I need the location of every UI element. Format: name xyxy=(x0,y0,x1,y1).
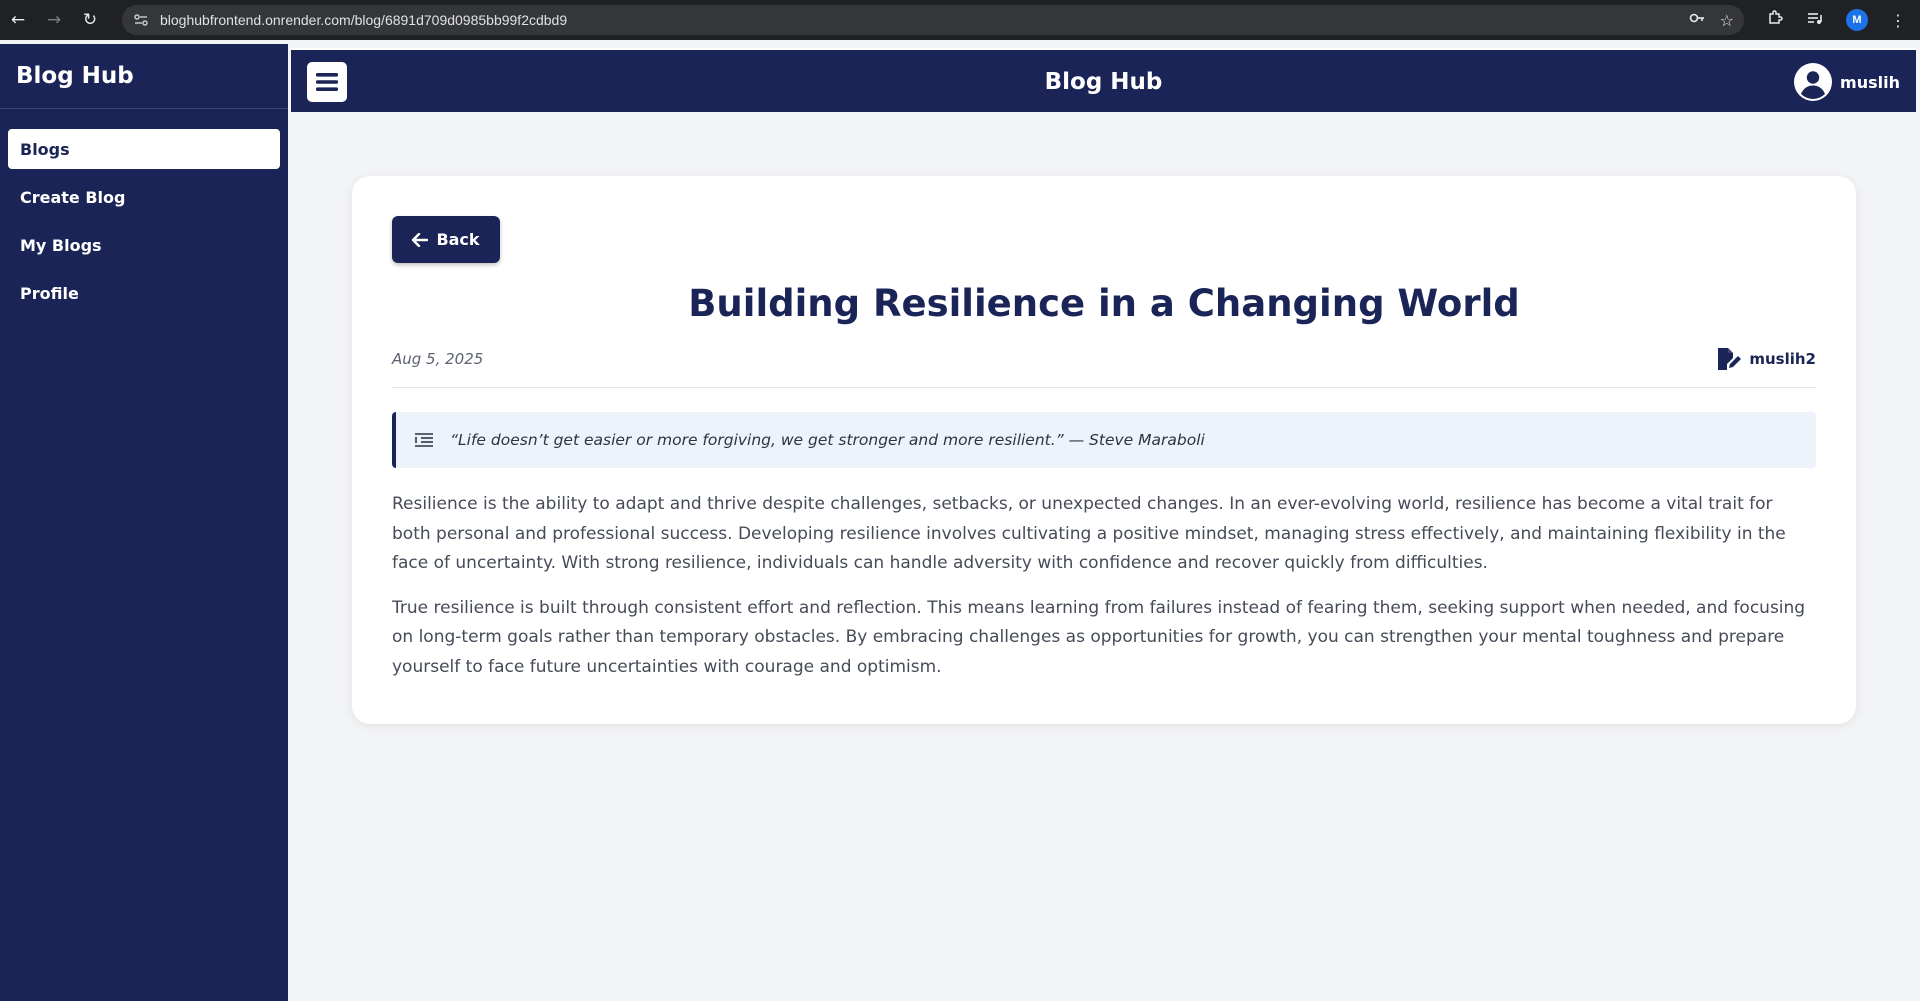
url-text[interactable]: bloghubfrontend.onrender.com/blog/6891d7… xyxy=(160,12,567,28)
quote-list-icon xyxy=(415,433,433,447)
sidebar-item-my-blogs[interactable]: My Blogs xyxy=(8,225,280,265)
sidebar-item-profile[interactable]: Profile xyxy=(8,273,280,313)
header-title: Blog Hub xyxy=(1044,69,1163,95)
author-name: muslih2 xyxy=(1749,350,1816,368)
app-header: Blog Hub muslih xyxy=(291,48,1916,112)
sidebar-item-blogs[interactable]: Blogs xyxy=(8,129,280,169)
media-control-icon[interactable] xyxy=(1806,9,1824,31)
sidebar: Blog Hub Blogs Create Blog My Blogs Prof… xyxy=(0,44,288,1001)
password-key-icon[interactable] xyxy=(1688,9,1706,31)
profile-avatar[interactable]: M xyxy=(1846,9,1868,31)
user-menu[interactable]: muslih xyxy=(1794,62,1900,102)
extensions-icon[interactable] xyxy=(1766,9,1784,31)
browser-back-icon[interactable]: ← xyxy=(0,0,36,40)
post-body: Resilience is the ability to adapt and t… xyxy=(392,490,1816,697)
user-avatar-icon xyxy=(1794,63,1833,101)
sidebar-item-create-blog[interactable]: Create Blog xyxy=(8,177,280,217)
username: muslih xyxy=(1840,72,1900,92)
browser-toolbar: ← → ↻ bloghubfrontend.onrender.com/blog/… xyxy=(0,0,1920,40)
post-title: Building Resilience in a Changing World xyxy=(688,282,1520,325)
address-bar[interactable]: bloghubfrontend.onrender.com/blog/6891d7… xyxy=(122,5,1744,35)
post-quote: “Life doesn’t get easier or more forgivi… xyxy=(392,412,1816,468)
arrow-left-icon xyxy=(412,232,429,247)
browser-reload-icon[interactable]: ↻ xyxy=(72,0,108,40)
post-meta: Aug 5, 2025 muslih2 xyxy=(392,348,1816,388)
post-paragraph: True resilience is built through consist… xyxy=(392,597,1806,677)
sidebar-menu: Blogs Create Blog My Blogs Profile xyxy=(0,109,288,313)
back-button[interactable]: Back xyxy=(392,216,500,263)
post-paragraph: Resilience is the ability to adapt and t… xyxy=(392,494,1786,573)
site-settings-icon[interactable] xyxy=(132,11,150,29)
quote-text: “Life doesn’t get easier or more forgivi… xyxy=(450,431,1205,449)
author-edit-icon xyxy=(1718,348,1742,370)
blog-post-card: Back Building Resilience in a Changing W… xyxy=(352,176,1856,724)
post-date: Aug 5, 2025 xyxy=(392,350,484,368)
post-author: muslih2 xyxy=(1717,348,1816,370)
browser-forward-icon[interactable]: → xyxy=(36,0,72,40)
browser-menu-icon[interactable]: ⋮ xyxy=(1890,11,1906,30)
bookmark-star-icon[interactable]: ☆ xyxy=(1720,11,1734,30)
sidebar-brand[interactable]: Blog Hub xyxy=(0,44,288,109)
back-label: Back xyxy=(436,230,480,249)
